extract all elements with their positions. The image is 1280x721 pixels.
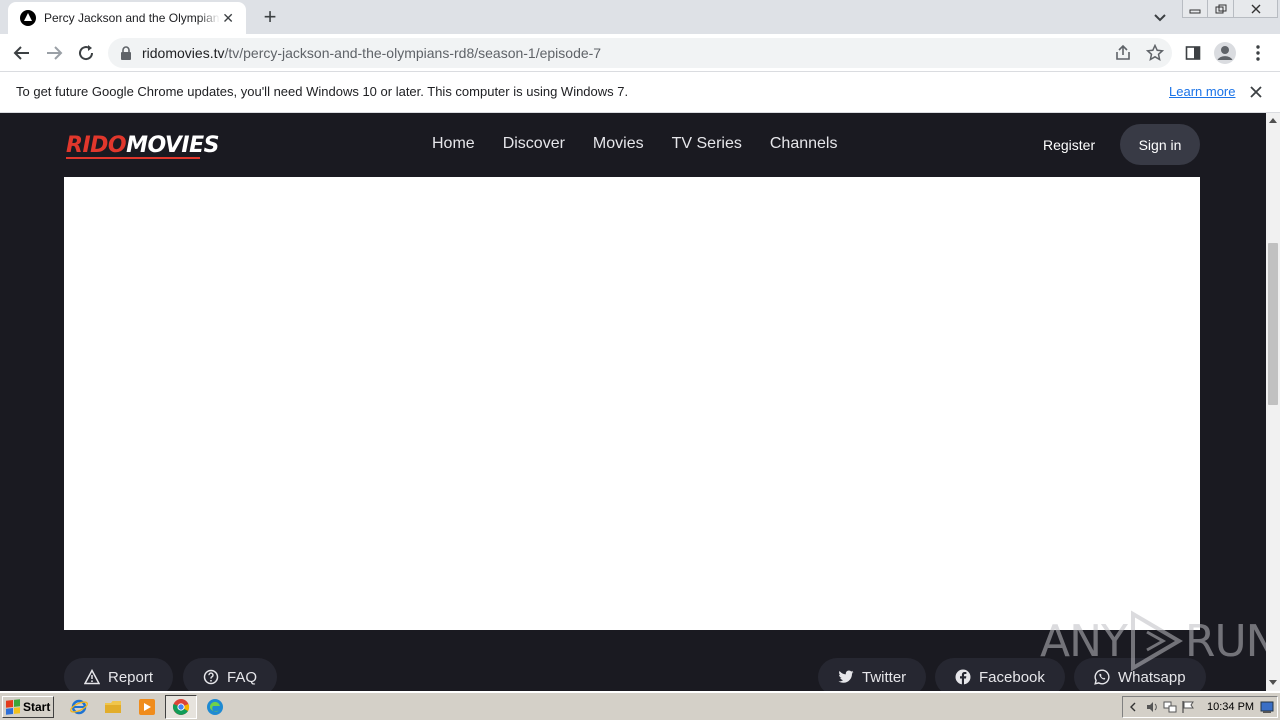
browser-toolbar: ridomovies.tv/tv/percy-jackson-and-the-o… — [0, 34, 1280, 72]
video-player[interactable] — [64, 177, 1200, 630]
side-panel-icon[interactable] — [1182, 42, 1204, 64]
infobar-close-icon[interactable] — [1248, 84, 1264, 100]
report-label: Report — [108, 668, 154, 686]
bookmark-star-icon[interactable] — [1145, 43, 1165, 67]
back-arrow-icon[interactable] — [11, 42, 33, 64]
facebook-label: Facebook — [979, 668, 1045, 686]
internet-explorer-icon[interactable] — [70, 698, 88, 716]
tab-title: Percy Jackson and the Olympians - Season… — [44, 11, 221, 25]
restore-icon[interactable] — [1208, 0, 1234, 18]
warning-icon — [84, 669, 100, 685]
menu-kebab-icon[interactable] — [1247, 42, 1269, 64]
url-host: ridomovies.tv — [142, 45, 225, 61]
learn-more-link[interactable]: Learn more — [1169, 84, 1235, 99]
edge-icon[interactable] — [206, 698, 224, 716]
site-favicon-icon — [20, 10, 36, 26]
sign-in-button[interactable]: Sign in — [1120, 124, 1200, 165]
start-button[interactable]: Start — [2, 696, 54, 718]
url-text: ridomovies.tv/tv/percy-jackson-and-the-o… — [142, 45, 601, 61]
scroll-up-arrow-icon[interactable] — [1269, 118, 1277, 123]
tab-close-icon[interactable]: ✕ — [220, 10, 236, 26]
reload-icon[interactable] — [75, 42, 97, 64]
faq-label: FAQ — [227, 668, 258, 686]
start-label: Start — [23, 700, 51, 714]
media-player-icon[interactable] — [138, 698, 156, 716]
register-link[interactable]: Register — [1043, 137, 1095, 153]
window-close-icon[interactable] — [1234, 0, 1278, 18]
logo-part-movies: MOVIES — [126, 133, 219, 158]
browser-tab[interactable]: Percy Jackson and the Olympians - Season… — [8, 2, 246, 34]
window-controls — [1182, 0, 1278, 18]
update-infobar: To get future Google Chrome updates, you… — [0, 72, 1280, 113]
url-path: /tv/percy-jackson-and-the-olympians-rd8/… — [224, 45, 602, 61]
anyrun-watermark: ANY RUN — [1040, 610, 1266, 672]
network-icon[interactable] — [1163, 700, 1177, 714]
nav-tv-series[interactable]: TV Series — [658, 135, 756, 153]
nav-movies[interactable]: Movies — [579, 135, 658, 153]
lock-icon[interactable] — [120, 46, 132, 60]
tab-strip: Percy Jackson and the Olympians - Season… — [0, 0, 1280, 34]
taskbar-clock[interactable]: 10:34 PM — [1207, 701, 1254, 713]
page-content: RIDOMOVIES Home Discover Movies TV Serie… — [0, 113, 1266, 691]
main-nav: Home Discover Movies TV Series Channels — [418, 135, 851, 153]
play-triangle-icon — [1130, 610, 1183, 672]
faq-button[interactable]: FAQ — [183, 658, 278, 691]
system-tray: 10:34 PM — [1122, 696, 1278, 718]
report-button[interactable]: Report — [64, 658, 174, 691]
action-center-flag-icon[interactable] — [1181, 700, 1195, 714]
windows-logo-icon — [6, 699, 20, 715]
twitter-share-button[interactable]: Twitter — [818, 658, 927, 691]
site-logo[interactable]: RIDOMOVIES — [66, 133, 219, 158]
tray-expand-icon[interactable] — [1127, 700, 1141, 714]
facebook-icon — [955, 669, 971, 685]
show-desktop-icon[interactable] — [1260, 700, 1274, 714]
address-bar[interactable]: ridomovies.tv/tv/percy-jackson-and-the-o… — [108, 38, 1172, 68]
tab-search-icon[interactable] — [1150, 7, 1170, 27]
file-explorer-icon[interactable] — [104, 698, 122, 716]
infobar-message: To get future Google Chrome updates, you… — [16, 84, 629, 99]
page-scrollbar[interactable] — [1266, 113, 1280, 691]
logo-part-rido: RIDO — [66, 133, 127, 158]
nav-channels[interactable]: Channels — [756, 135, 852, 153]
watermark-right: RUN — [1184, 615, 1266, 667]
question-circle-icon — [203, 669, 219, 685]
twitter-label: Twitter — [862, 668, 907, 686]
watermark-left: ANY — [1040, 615, 1128, 667]
twitter-icon — [838, 670, 854, 683]
profile-avatar-icon[interactable] — [1214, 42, 1236, 64]
nav-discover[interactable]: Discover — [489, 135, 579, 153]
nav-home[interactable]: Home — [418, 135, 489, 153]
scroll-thumb[interactable] — [1268, 243, 1278, 405]
volume-icon[interactable] — [1145, 700, 1159, 714]
minimize-icon[interactable] — [1182, 0, 1208, 18]
scroll-down-arrow-icon[interactable] — [1269, 680, 1277, 685]
chrome-icon[interactable] — [172, 698, 190, 716]
forward-arrow-icon[interactable] — [43, 42, 65, 64]
windows-taskbar: Start 10:34 PM — [0, 692, 1280, 720]
share-icon[interactable] — [1114, 44, 1132, 67]
new-tab-button[interactable]: + — [258, 6, 282, 30]
logo-underline — [66, 157, 200, 159]
